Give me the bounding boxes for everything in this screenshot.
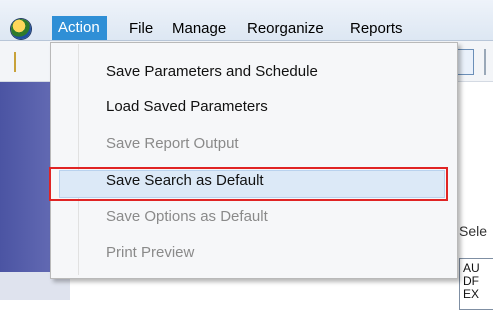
red-highlight-box (49, 167, 448, 201)
toolbar-separator (484, 49, 486, 75)
menu-manage[interactable]: Manage (172, 18, 226, 40)
toolbar-grip (14, 52, 16, 72)
menu-reports[interactable]: Reports (350, 18, 403, 40)
menu-item-save-report-output[interactable]: Save Report Output (106, 135, 239, 152)
menu-item-save-parameters-and-schedule[interactable]: Save Parameters and Schedule (106, 63, 318, 80)
menu-file[interactable]: File (129, 18, 153, 40)
menu-reorganize[interactable]: Reorganize (247, 18, 324, 40)
select-label: Sele (459, 223, 488, 239)
menu-item-load-saved-parameters[interactable]: Load Saved Parameters (106, 98, 268, 115)
menu-icon-gutter (78, 44, 79, 275)
menu-item-save-options-as-default[interactable]: Save Options as Default (106, 208, 268, 225)
list-item[interactable]: EX (463, 288, 479, 301)
menu-action[interactable]: Action (52, 16, 107, 40)
menu-item-print-preview[interactable]: Print Preview (106, 244, 194, 261)
app-globe-icon[interactable] (11, 19, 31, 39)
